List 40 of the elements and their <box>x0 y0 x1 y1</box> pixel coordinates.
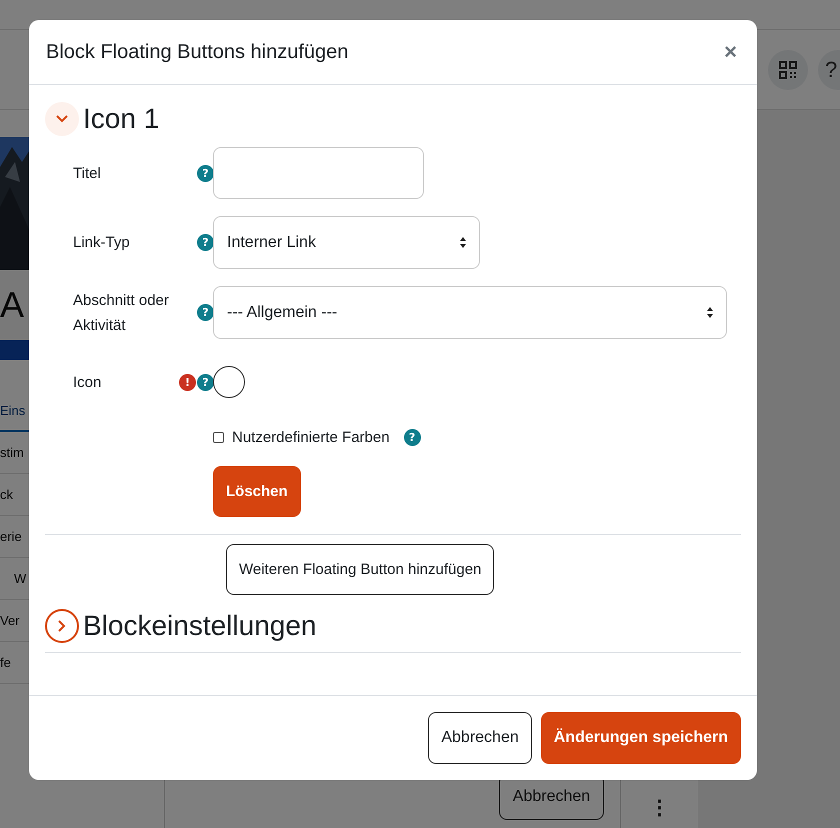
nav-item[interactable]: ck <box>0 487 13 502</box>
help-icon[interactable]: ? <box>197 234 214 251</box>
section-heading: Icon 1 <box>83 103 160 135</box>
select-field[interactable]: Interner Link <box>213 216 480 269</box>
help-button[interactable]: ? <box>818 50 840 90</box>
section-toggle[interactable] <box>45 102 79 136</box>
nav-item[interactable]: W <box>14 571 26 586</box>
field-label: Icon <box>73 372 102 392</box>
sort-arrows-icon <box>459 236 467 249</box>
close-button[interactable]: × <box>722 41 739 63</box>
icon-picker[interactable] <box>213 366 245 398</box>
add-button[interactable]: Weiteren Floating Button hinzufügen <box>226 544 494 595</box>
help-icon[interactable]: ? <box>404 428 421 446</box>
text-field[interactable] <box>213 147 424 199</box>
help-icon[interactable]: ? <box>197 304 214 321</box>
help-icon[interactable]: ? <box>197 164 214 182</box>
qr-code-icon <box>778 60 798 80</box>
nav-item[interactable]: stim <box>0 445 24 460</box>
nav-item[interactable]: erie <box>0 529 22 544</box>
error-icon: ! <box>179 374 196 390</box>
help-icon[interactable]: ? <box>197 374 214 390</box>
qr-code-button[interactable] <box>768 50 808 90</box>
checkbox[interactable] <box>213 432 224 442</box>
nav-item[interactable]: Eins <box>0 402 26 418</box>
nav-item[interactable]: fe <box>0 655 11 670</box>
section-toggle[interactable] <box>45 609 79 643</box>
more-button[interactable]: ⋮ <box>650 798 670 818</box>
cancel-button[interactable]: Abbrechen <box>428 712 532 764</box>
nav-item[interactable]: Ver <box>0 613 20 628</box>
delete-button[interactable]: Löschen <box>213 466 301 517</box>
course-title: A <box>0 287 24 323</box>
sort-arrows-icon <box>706 306 714 319</box>
section-heading: Blockeinstellungen <box>83 610 316 642</box>
dialog-title: Block Floating Buttons hinzufügen <box>46 40 348 64</box>
save-button[interactable]: Änderungen speichern <box>540 712 741 764</box>
field-label: Abschnitt oder Aktivität <box>73 290 170 336</box>
field-label: Titel <box>73 164 102 184</box>
field-label: Link-Typ <box>73 233 131 253</box>
select-field[interactable]: --- Allgemein --- <box>213 286 727 339</box>
checkbox-label: Nutzerdefinierte Farben <box>232 428 390 446</box>
